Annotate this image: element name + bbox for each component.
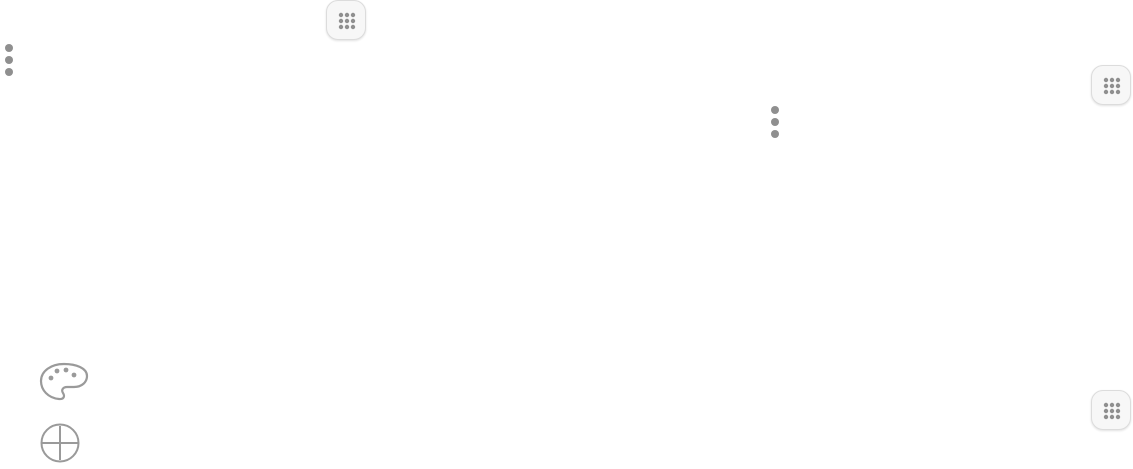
more-vertical-icon[interactable]	[3, 42, 15, 80]
apps-grid-icon[interactable]	[1091, 390, 1131, 430]
more-vertical-icon[interactable]	[769, 104, 781, 142]
apps-grid-icon[interactable]	[1091, 65, 1131, 105]
palette-icon[interactable]	[38, 360, 90, 409]
apps-grid-icon[interactable]	[326, 0, 366, 40]
